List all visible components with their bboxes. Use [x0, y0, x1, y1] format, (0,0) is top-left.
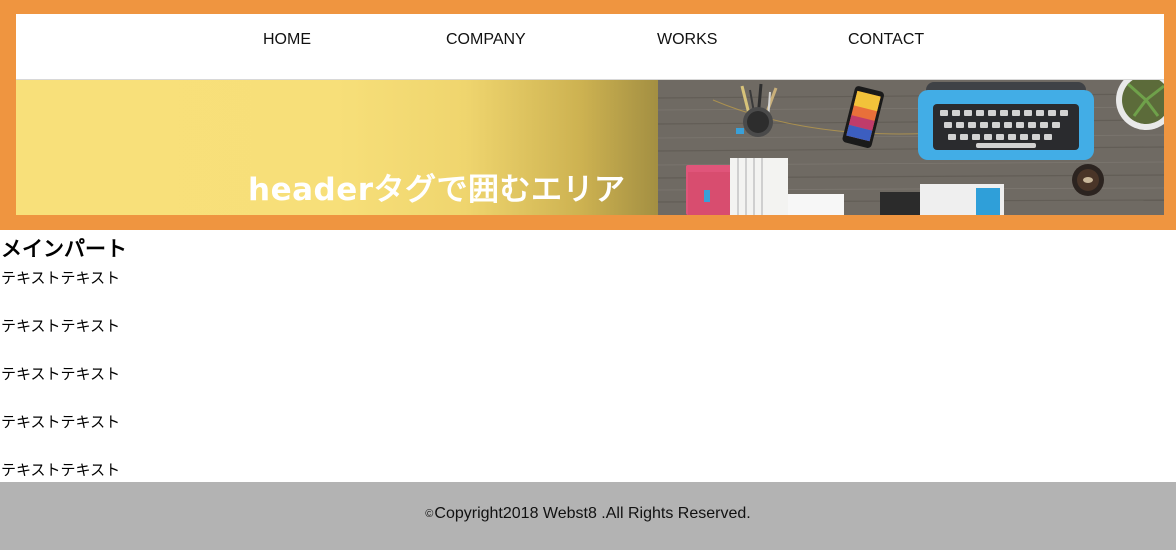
typewriter — [918, 82, 1094, 160]
body-text-4: テキストテキスト — [1, 413, 121, 431]
copyright-mark: © — [425, 508, 434, 520]
main-heading: メインパート — [1, 237, 127, 261]
site-footer: ©Copyright2018 Webst8 .All Rights Reserv… — [0, 482, 1176, 550]
copyright-text: ©Copyright2018 Webst8 .All Rights Reserv… — [0, 505, 1176, 523]
nav-contact-link[interactable]: CONTACT — [848, 31, 924, 49]
hero-title: headerタグで囲むエリア — [248, 172, 626, 208]
global-nav: HOME COMPANY WORKS CONTACT — [16, 14, 1164, 80]
copyright-label: Copyright2018 Webst8 .All Rights Reserve… — [434, 505, 751, 522]
site-header: HOME COMPANY WORKS CONTACT headerタグで囲むエリ… — [0, 0, 1176, 230]
nav-home-link[interactable]: HOME — [263, 31, 311, 49]
nav-works-link[interactable]: WORKS — [657, 31, 717, 49]
body-text-5: テキストテキスト — [1, 461, 121, 479]
body-text-3: テキストテキスト — [1, 365, 121, 383]
body-text-1: テキストテキスト — [1, 269, 121, 287]
nav-company-link[interactable]: COMPANY — [446, 31, 526, 49]
hero-banner: headerタグで囲むエリア — [16, 80, 1164, 215]
body-text-2: テキストテキスト — [1, 317, 121, 335]
desk-photo — [658, 80, 1164, 215]
coffee-cup — [1072, 164, 1104, 196]
